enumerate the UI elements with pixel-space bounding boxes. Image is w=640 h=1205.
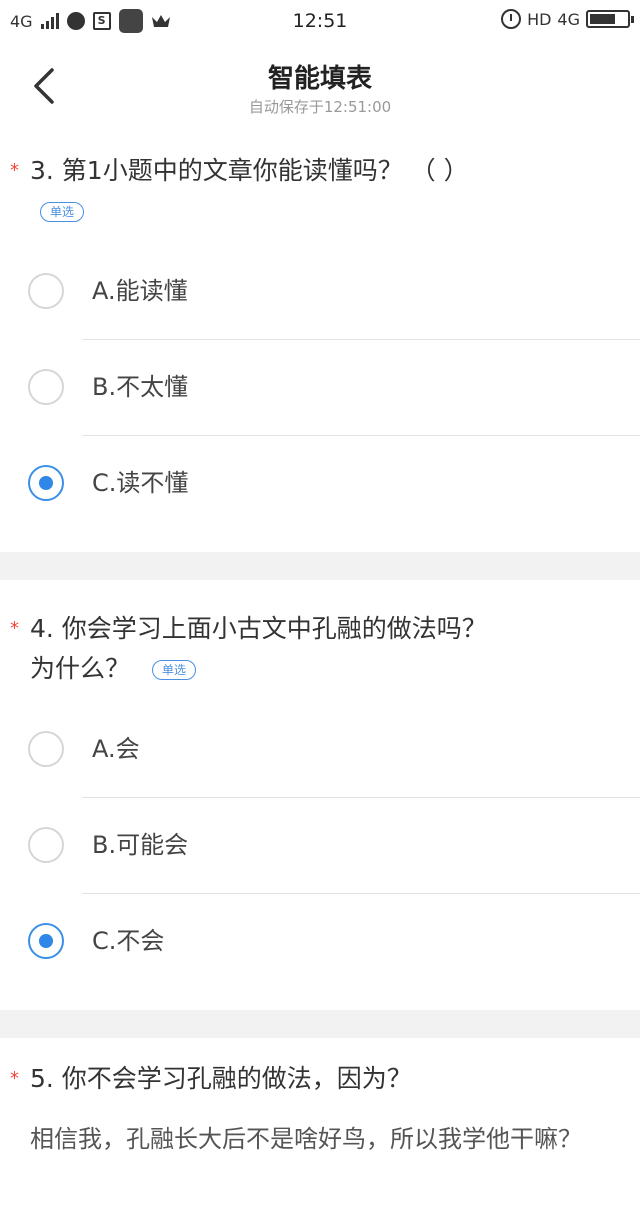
section-gap <box>0 552 640 580</box>
option-3b[interactable]: B.不太懂 <box>0 339 640 435</box>
option-label: C.读不懂 <box>92 469 189 497</box>
autosave-status: 自动保存于12:51:00 <box>248 98 392 116</box>
page-title: 智能填表 <box>267 64 372 94</box>
question-3-title: 3. 第1小题中的文章你能读懂吗？ （ ） <box>30 156 469 185</box>
radio-button[interactable] <box>28 731 64 767</box>
option-label: B.可能会 <box>92 831 189 859</box>
radio-button-checked[interactable] <box>28 465 64 501</box>
option-4a[interactable]: A.会 <box>0 701 640 797</box>
question-4-title-line2: 为什么？ <box>30 654 131 683</box>
radio-button[interactable] <box>28 273 64 309</box>
required-mark: * <box>10 160 19 181</box>
answer-text[interactable]: 相信我，孔融长大后不是啥好鸟，所以我学他干嘛？ <box>30 1116 630 1162</box>
battery-icon <box>586 10 634 28</box>
option-3c[interactable]: C.读不懂 <box>0 435 640 531</box>
option-label: B.不太懂 <box>92 373 189 401</box>
option-4c[interactable]: C.不会 <box>0 893 640 989</box>
question-3-tag-wrap: 单选 <box>40 201 85 222</box>
section-gap <box>0 1010 640 1038</box>
single-choice-tag: 单选 <box>151 660 196 680</box>
option-4b[interactable]: B.可能会 <box>0 797 640 893</box>
status-bar: 4G S 12:51 HD 4G <box>0 0 640 44</box>
question-5-title: 5. 你不会学习孔融的做法，因为？ <box>30 1064 412 1093</box>
required-mark: * <box>10 1068 19 1089</box>
radio-button[interactable] <box>28 827 64 863</box>
radio-button[interactable] <box>28 369 64 405</box>
question-4-title-line1: 4. 你会学习上面小古文中孔融的做法吗？ <box>30 614 487 643</box>
single-choice-tag: 单选 <box>40 201 85 222</box>
radio-button-checked[interactable] <box>28 923 64 959</box>
option-label: A.会 <box>92 735 140 763</box>
question-4-title-line2-wrap: 为什么？ 单选 <box>30 648 196 690</box>
option-label: A.能读懂 <box>92 277 188 305</box>
status-right: HD 4G <box>501 9 634 29</box>
nav-bar: 智能填表 自动保存于12:51:00 <box>0 44 640 126</box>
option-label: C.不会 <box>92 927 165 955</box>
option-3a[interactable]: A.能读懂 <box>0 243 640 339</box>
network-type-right: 4G <box>557 9 580 29</box>
required-mark: * <box>10 618 19 639</box>
alarm-icon <box>501 9 522 29</box>
hd-label: HD <box>527 9 552 29</box>
